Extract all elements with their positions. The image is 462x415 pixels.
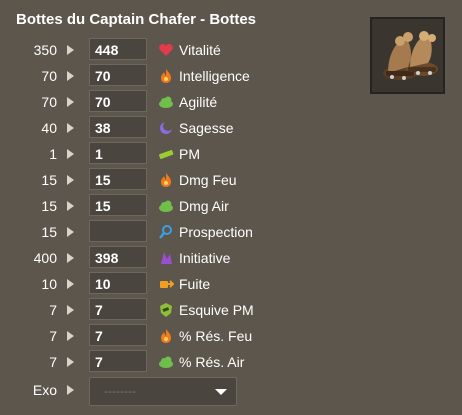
- stat-base-value: 15: [41, 198, 57, 214]
- arrow-icon[interactable]: [67, 175, 74, 185]
- stat-row: 15 15 Dmg Feu: [0, 168, 462, 194]
- stat-label: Initiative: [179, 250, 231, 266]
- stat-row: 1 1 PM: [0, 142, 462, 168]
- arrow-icon[interactable]: [67, 45, 74, 55]
- exo-row: Exo --------: [0, 377, 462, 406]
- arrow-icon[interactable]: [67, 97, 74, 107]
- stat-row: 7 7 % Rés. Air: [0, 350, 462, 376]
- cloud-icon: [159, 96, 173, 108]
- air-resist-icon: [159, 356, 173, 368]
- stat-row: 70 70 Intelligence: [0, 64, 462, 90]
- stat-base-value: 70: [41, 68, 57, 84]
- stat-label: Fuite: [179, 276, 211, 292]
- arrow-icon[interactable]: [67, 331, 74, 341]
- exo-select[interactable]: --------: [89, 377, 237, 406]
- air-damage-icon: [159, 200, 173, 212]
- dodge-pm-icon: [160, 303, 172, 317]
- exo-select-placeholder: --------: [104, 384, 136, 398]
- stat-value-input[interactable]: 70: [89, 64, 147, 86]
- stat-base-value: 1: [49, 146, 57, 162]
- stat-label: Prospection: [179, 224, 253, 240]
- item-title: Bottes du Captain Chafer - Bottes: [16, 11, 257, 28]
- arrow-icon[interactable]: [67, 305, 74, 315]
- stat-value-input[interactable]: 38: [89, 116, 147, 138]
- stat-base-value: 7: [49, 302, 57, 318]
- stat-label: Agilité: [179, 94, 218, 110]
- stat-label: PM: [179, 146, 200, 162]
- stat-base-value: 7: [49, 354, 57, 370]
- chevron-down-icon: [215, 389, 227, 395]
- stat-base-value: 350: [33, 42, 57, 58]
- heart-icon: [159, 44, 173, 56]
- stat-label: Intelligence: [179, 68, 250, 84]
- initiative-icon: [161, 252, 172, 264]
- arrow-icon: [67, 385, 74, 395]
- stat-value-input[interactable]: 15: [89, 168, 147, 190]
- stat-label: Sagesse: [179, 120, 234, 136]
- stat-base-value: 15: [41, 172, 57, 188]
- stat-value-input[interactable]: 398: [89, 246, 147, 268]
- flee-icon: [160, 280, 174, 288]
- magnifier-icon: [159, 225, 172, 239]
- stat-label: % Rés. Air: [179, 354, 245, 370]
- moon-icon: [160, 121, 173, 134]
- fire-damage-icon: [161, 173, 171, 187]
- arrow-icon[interactable]: [67, 253, 74, 263]
- stat-base-value: 40: [41, 120, 57, 136]
- arrow-icon[interactable]: [67, 71, 74, 81]
- fire-icon: [161, 69, 171, 83]
- arrow-icon[interactable]: [67, 149, 74, 159]
- stat-value-input[interactable]: 7: [89, 324, 147, 346]
- stat-value-input[interactable]: 7: [89, 298, 147, 320]
- stat-row: 350 448 Vitalité: [0, 38, 462, 64]
- stat-row: 7 7 Esquive PM: [0, 298, 462, 324]
- arrow-icon[interactable]: [67, 201, 74, 211]
- arrow-icon[interactable]: [67, 357, 74, 367]
- stat-base-value: 70: [41, 94, 57, 110]
- stat-value-input[interactable]: 10: [89, 272, 147, 294]
- stat-label: Esquive PM: [179, 302, 254, 318]
- stat-row: 70 70 Agilité: [0, 90, 462, 116]
- exo-label: Exo: [32, 382, 57, 398]
- stat-row: 40 38 Sagesse: [0, 116, 462, 142]
- pm-icon: [159, 150, 174, 159]
- stat-value-input[interactable]: 1: [89, 142, 147, 164]
- stat-value-input[interactable]: 15: [89, 194, 147, 216]
- stat-label: Dmg Feu: [179, 172, 237, 188]
- stat-label: Vitalité: [179, 42, 221, 58]
- stat-label: % Rés. Feu: [179, 328, 253, 344]
- stat-base-value: 10: [41, 276, 57, 292]
- stat-base-value: 15: [41, 224, 57, 240]
- arrow-icon[interactable]: [67, 279, 74, 289]
- stat-base-value: 400: [33, 250, 57, 266]
- arrow-icon[interactable]: [67, 227, 74, 237]
- stat-value-input[interactable]: [89, 220, 147, 242]
- stat-label: Dmg Air: [179, 198, 229, 214]
- stat-base-value: 7: [49, 328, 57, 344]
- stat-value-input[interactable]: 448: [89, 38, 147, 60]
- fire-resist-icon: [161, 329, 171, 343]
- stat-value-input[interactable]: 7: [89, 350, 147, 372]
- stat-value-input[interactable]: 70: [89, 90, 147, 112]
- arrow-icon[interactable]: [67, 123, 74, 133]
- stat-row: 15 Prospection: [0, 220, 462, 246]
- stat-row: 7 7 % Rés. Feu: [0, 324, 462, 350]
- stat-row: 400 398 Initiative: [0, 246, 462, 272]
- stat-row: 15 15 Dmg Air: [0, 194, 462, 220]
- stat-row: 10 10 Fuite: [0, 272, 462, 298]
